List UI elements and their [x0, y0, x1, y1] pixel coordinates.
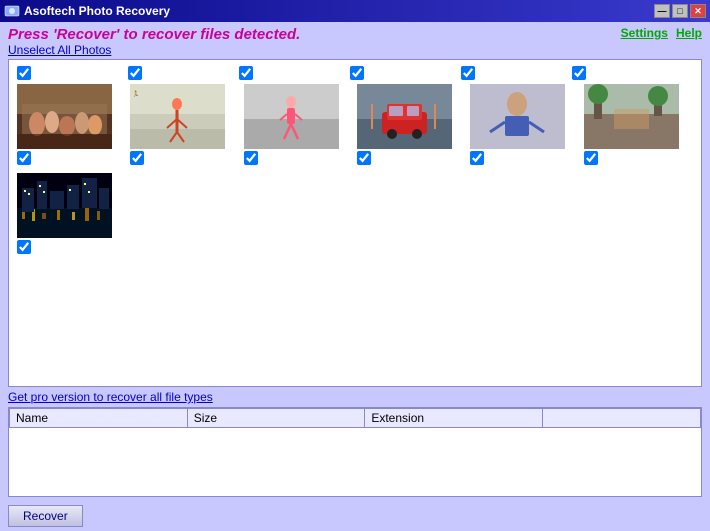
main-window: Press 'Recover' to recover files detecte… — [0, 22, 710, 531]
photo-item-5 — [470, 84, 579, 165]
photo-grid-row2 — [13, 169, 697, 258]
title-bar-left: Asoftech Photo Recovery — [4, 3, 170, 19]
photo-item-1 — [17, 84, 126, 165]
maximize-button[interactable]: □ — [672, 4, 688, 18]
top-bar: Press 'Recover' to recover files detecte… — [8, 26, 702, 57]
top-row-checkboxes — [13, 64, 697, 80]
photo-checkbox-4[interactable] — [357, 151, 371, 165]
photo-scroll-area[interactable]: 🏃 — [9, 60, 701, 386]
top-links-right: Settings Help — [621, 26, 702, 40]
pro-version-link[interactable]: Get pro version to recover all file type… — [8, 390, 702, 404]
photo-checkbox-3[interactable] — [244, 151, 258, 165]
row-checkbox-4[interactable] — [350, 66, 364, 80]
row-checkbox-3[interactable] — [239, 66, 253, 80]
row-checkbox-2[interactable] — [128, 66, 142, 80]
minimize-button[interactable]: — — [654, 4, 670, 18]
unselect-all-link[interactable]: Unselect All Photos — [8, 43, 111, 57]
photo-checkbox-2[interactable] — [130, 151, 144, 165]
row-checkbox-5[interactable] — [461, 66, 475, 80]
col-extra — [543, 409, 701, 428]
photo-item-7 — [17, 173, 126, 254]
table-header-row: Name Size Extension — [10, 409, 701, 428]
left-top: Press 'Recover' to recover files detecte… — [8, 26, 300, 57]
photo-checkbox-6[interactable] — [584, 151, 598, 165]
title-bar-controls[interactable]: — □ ✕ — [654, 4, 706, 18]
photo-thumb-1 — [17, 84, 112, 149]
file-table: Name Size Extension — [9, 408, 701, 428]
help-link[interactable]: Help — [676, 26, 702, 40]
svg-text:🏃: 🏃 — [132, 90, 139, 98]
photo-thumb-2: 🏃 — [130, 84, 225, 149]
app-icon — [4, 3, 20, 19]
settings-link[interactable]: Settings — [621, 26, 668, 40]
photo-item-4 — [357, 84, 466, 165]
app-title: Asoftech Photo Recovery — [24, 4, 170, 18]
recover-prompt: Press 'Recover' to recover files detecte… — [8, 26, 300, 43]
photo-item-2: 🏃 — [130, 84, 239, 165]
photo-checkbox-7[interactable] — [17, 240, 31, 254]
photo-thumb-3 — [244, 84, 339, 149]
title-bar: Asoftech Photo Recovery — □ ✕ — [0, 0, 710, 22]
photo-thumb-5 — [470, 84, 565, 149]
close-button[interactable]: ✕ — [690, 4, 706, 18]
photo-thumb-6 — [584, 84, 679, 149]
photo-checkbox-1[interactable] — [17, 151, 31, 165]
col-name: Name — [10, 409, 188, 428]
col-extension: Extension — [365, 409, 543, 428]
file-table-container: Name Size Extension — [8, 407, 702, 497]
photo-thumb-7 — [17, 173, 112, 238]
row-checkbox-6[interactable] — [572, 66, 586, 80]
photo-item-6 — [584, 84, 693, 165]
col-size: Size — [187, 409, 365, 428]
photo-checkbox-5[interactable] — [470, 151, 484, 165]
photo-panel: 🏃 — [8, 59, 702, 387]
photo-thumb-4 — [357, 84, 452, 149]
recover-btn-container: Recover — [8, 501, 702, 527]
photo-grid: 🏃 — [13, 80, 697, 169]
photo-item-3 — [244, 84, 353, 165]
recover-button[interactable]: Recover — [8, 505, 83, 527]
row-checkbox-1[interactable] — [17, 66, 31, 80]
